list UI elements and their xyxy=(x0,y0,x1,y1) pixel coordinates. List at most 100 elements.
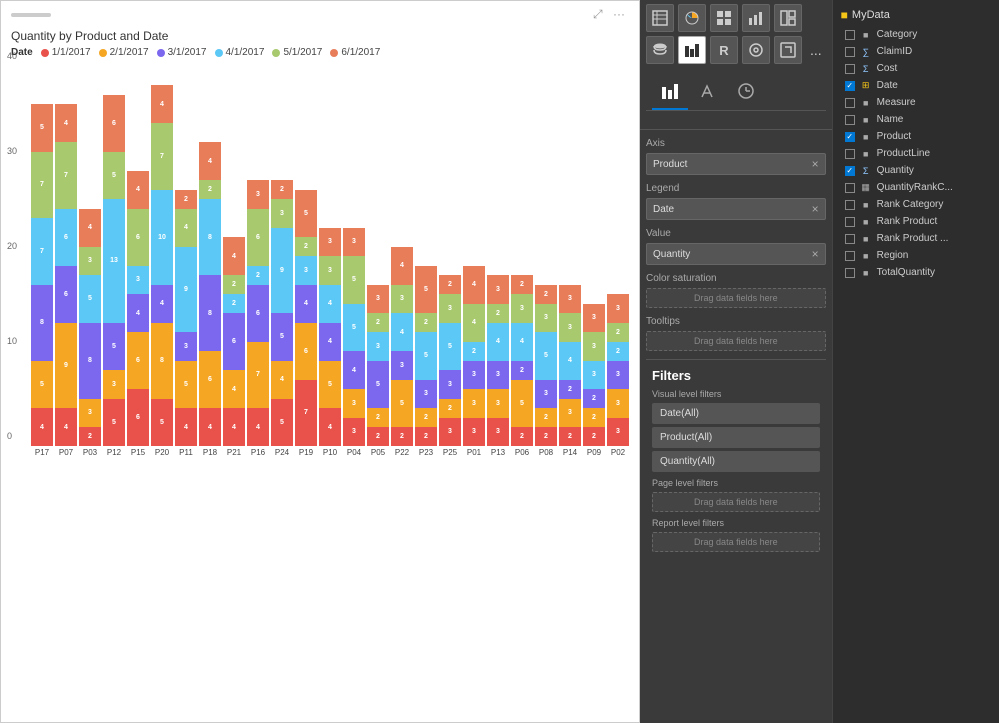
bar-segment-P16-4: 6 xyxy=(247,209,269,266)
value-remove[interactable]: × xyxy=(812,247,819,261)
legend-pill[interactable]: Date × xyxy=(646,198,826,220)
bar-group-P25[interactable]: 323532 xyxy=(439,275,461,446)
bar-segment-P02-5: 3 xyxy=(607,294,629,323)
bar-segment-P12-4: 5 xyxy=(103,152,125,200)
viz-tab-chart[interactable] xyxy=(652,74,688,110)
product-filter-btn[interactable]: Product(All) xyxy=(652,427,820,448)
bar-group-P18[interactable]: 468824 xyxy=(199,142,221,446)
field-checkbox-7[interactable] xyxy=(845,149,855,159)
legend-remove[interactable]: × xyxy=(812,202,819,216)
field-checkbox-4[interactable] xyxy=(845,98,855,108)
data-field-item-12[interactable]: ■Rank Product ... xyxy=(833,230,999,247)
bar-group-P24[interactable]: 545932 xyxy=(271,180,293,446)
drag-handle[interactable] xyxy=(11,13,51,17)
bar-group-P23[interactable]: 223525 xyxy=(415,266,437,447)
data-field-item-1[interactable]: ∑ClaimID xyxy=(833,43,999,60)
data-field-item-3[interactable]: ✓⊞Date xyxy=(833,77,999,94)
bar-group-P14[interactable]: 232433 xyxy=(559,285,581,447)
bar-group-P19[interactable]: 764325 xyxy=(295,190,317,447)
field-checkbox-10[interactable] xyxy=(845,200,855,210)
field-checkbox-0[interactable] xyxy=(845,30,855,40)
bar-segment-P11-3: 9 xyxy=(175,247,197,333)
bar-segment-P11-5: 2 xyxy=(175,190,197,209)
bar-group-P20[interactable]: 5841074 xyxy=(151,85,173,446)
bar-segment-P22-3: 4 xyxy=(391,313,413,351)
bar-segment-P02-1: 3 xyxy=(607,389,629,418)
data-field-item-8[interactable]: ✓ΣQuantity xyxy=(833,162,999,179)
field-checkbox-6[interactable]: ✓ xyxy=(845,132,855,142)
python-btn[interactable] xyxy=(742,36,770,64)
field-checkbox-2[interactable] xyxy=(845,64,855,74)
bar-group-P01[interactable]: 333244 xyxy=(463,266,485,447)
y-tick-20: 20 xyxy=(7,241,17,251)
field-checkbox-8[interactable]: ✓ xyxy=(845,166,855,176)
data-field-item-0[interactable]: ■Category xyxy=(833,26,999,43)
bar-group-P04[interactable]: 334553 xyxy=(343,228,365,447)
axis-pill[interactable]: Product × xyxy=(646,153,826,175)
viz-tab-format[interactable] xyxy=(690,74,726,110)
more-dots[interactable]: ... xyxy=(806,42,826,58)
page-filter-drop[interactable]: Drag data fields here xyxy=(652,492,820,512)
field-checkbox-1[interactable] xyxy=(845,47,855,57)
layout-btn[interactable] xyxy=(774,4,802,32)
bar-segment-P02-0: 3 xyxy=(607,418,629,447)
bar-group-P08[interactable]: 223532 xyxy=(535,285,557,447)
tooltips-drop[interactable]: Drag data fields here xyxy=(646,331,826,351)
date-filter-btn[interactable]: Date(All) xyxy=(652,403,820,424)
report-filter-drop[interactable]: Drag data fields here xyxy=(652,532,820,552)
x-label-P24: P24 xyxy=(271,448,293,457)
bar-group-P02[interactable]: 333223 xyxy=(607,294,629,446)
bar-group-P13[interactable]: 333423 xyxy=(487,275,509,446)
bar-group-P17[interactable]: 458775 xyxy=(31,104,53,446)
field-checkbox-3[interactable]: ✓ xyxy=(845,81,855,91)
field-checkbox-13[interactable] xyxy=(845,251,855,261)
bar-group-P06[interactable]: 252432 xyxy=(511,275,533,446)
bar-group-P10[interactable]: 454433 xyxy=(319,228,341,447)
field-checkbox-11[interactable] xyxy=(845,217,855,227)
R-btn[interactable]: R xyxy=(710,36,738,64)
value-pill[interactable]: Quantity × xyxy=(646,243,826,265)
bar-group-P12[interactable]: 5351356 xyxy=(103,95,125,447)
table-btn[interactable] xyxy=(646,4,674,32)
bar-group-P09[interactable]: 222333 xyxy=(583,304,605,447)
chart-type-btn[interactable] xyxy=(742,4,770,32)
axis-remove[interactable]: × xyxy=(812,157,819,171)
data-field-item-6[interactable]: ✓■Product xyxy=(833,128,999,145)
bar-group-P15[interactable]: 664364 xyxy=(127,171,149,447)
bar-group-P22[interactable]: 253434 xyxy=(391,247,413,447)
grid-btn[interactable] xyxy=(710,4,738,32)
data-field-item-13[interactable]: ■Region xyxy=(833,247,999,264)
data-field-item-7[interactable]: ■ProductLine xyxy=(833,145,999,162)
data-field-item-14[interactable]: ■TotalQuantity xyxy=(833,264,999,281)
bar-group-P21[interactable]: 446224 xyxy=(223,237,245,446)
data-field-item-4[interactable]: ■Measure xyxy=(833,94,999,111)
field-checkbox-5[interactable] xyxy=(845,115,855,125)
bar-group-P05[interactable]: 225323 xyxy=(367,285,389,447)
data-field-item-5[interactable]: ■Name xyxy=(833,111,999,128)
bar-group-P03[interactable]: 238534 xyxy=(79,209,101,447)
legend-item-0: 1/1/2017 xyxy=(41,47,91,58)
bar-group-P07[interactable]: 496674 xyxy=(55,104,77,446)
bar-segment-P24-5: 2 xyxy=(271,180,293,199)
data-field-item-10[interactable]: ■Rank Category xyxy=(833,196,999,213)
viz-tab-analytics[interactable] xyxy=(728,74,764,110)
field-checkbox-12[interactable] xyxy=(845,234,855,244)
data-field-item-2[interactable]: ΣCost xyxy=(833,60,999,77)
color-saturation-drop[interactable]: Drag data fields here xyxy=(646,288,826,308)
data-field-item-9[interactable]: ▦QuantityRankC... xyxy=(833,179,999,196)
bar-group-P16[interactable]: 476263 xyxy=(247,180,269,446)
more-icon[interactable]: ··· xyxy=(613,7,629,23)
field-checkbox-14[interactable] xyxy=(845,268,855,278)
bar-segment-P09-0: 2 xyxy=(583,427,605,446)
bar-chart-btn[interactable] xyxy=(678,36,706,64)
expand-btn[interactable] xyxy=(774,36,802,64)
x-label-P02: P02 xyxy=(607,448,629,457)
data-field-item-11[interactable]: ■Rank Product xyxy=(833,213,999,230)
bar-group-P11[interactable]: 453942 xyxy=(175,190,197,447)
pie-btn[interactable] xyxy=(678,4,706,32)
quantity-filter-btn[interactable]: Quantity(All) xyxy=(652,451,820,472)
field-checkbox-9[interactable] xyxy=(845,183,855,193)
expand-icon[interactable]: ⤢ xyxy=(593,7,609,23)
data-btn[interactable] xyxy=(646,36,674,64)
bar-segment-P03-1: 3 xyxy=(79,399,101,428)
